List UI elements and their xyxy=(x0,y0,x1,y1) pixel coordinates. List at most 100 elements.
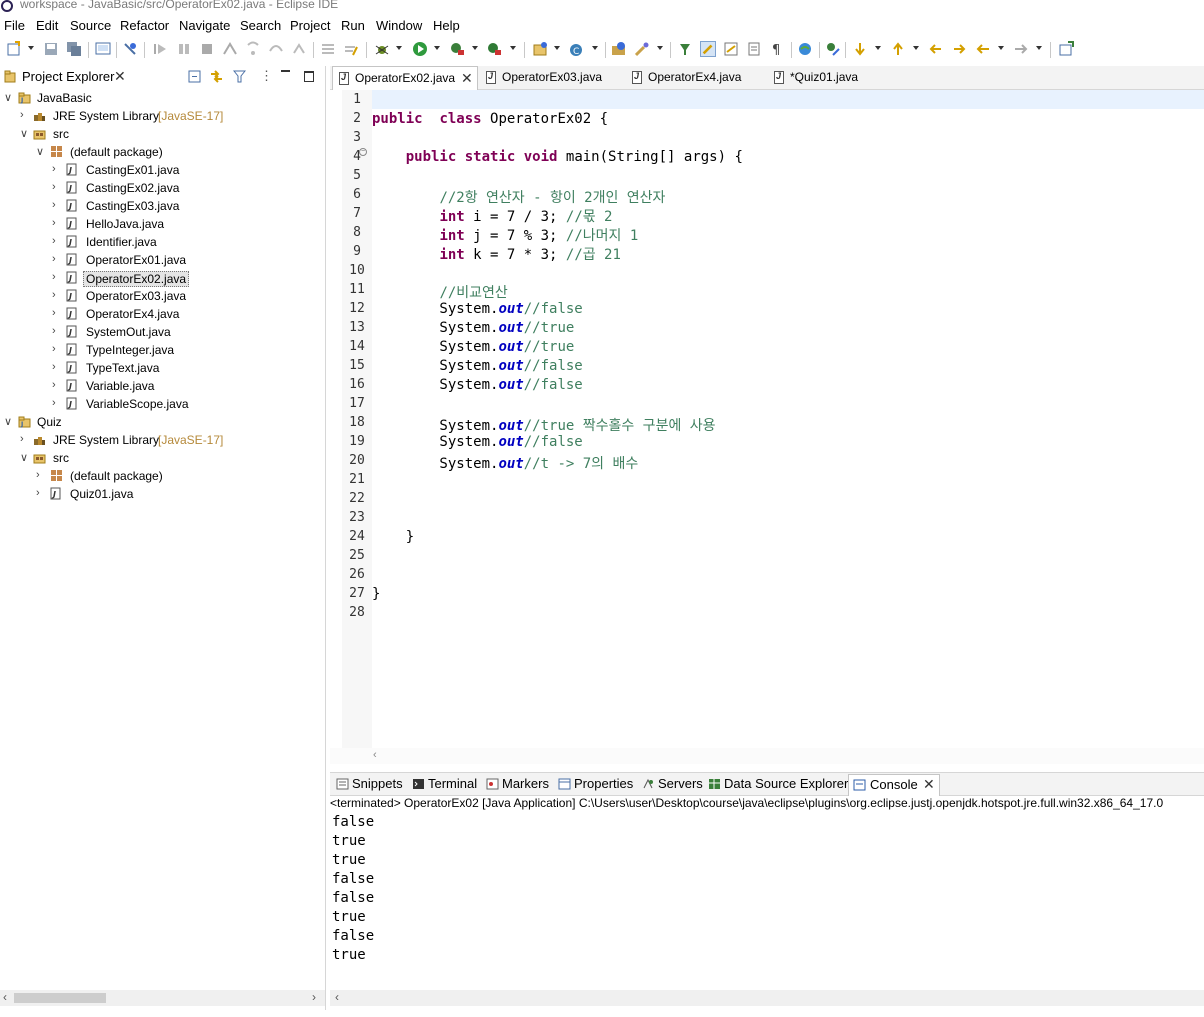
new-icon[interactable] xyxy=(6,41,22,57)
new-java-project-icon[interactable] xyxy=(532,41,548,57)
chevron-right-icon[interactable]: › xyxy=(52,199,56,211)
tab-terminal[interactable]: Terminal xyxy=(412,776,478,794)
step-return-icon[interactable] xyxy=(291,41,307,57)
chevron-right-icon[interactable]: › xyxy=(36,487,40,499)
back-dropdown-icon[interactable] xyxy=(998,46,1004,50)
back-icon[interactable] xyxy=(975,41,991,57)
chevron-right-icon[interactable]: › xyxy=(52,253,56,265)
external-tools-icon[interactable] xyxy=(487,41,503,57)
chevron-right-icon[interactable]: › xyxy=(52,217,56,229)
close-icon[interactable]: ✕ xyxy=(461,70,473,87)
menu-search[interactable]: Search xyxy=(240,18,281,33)
debug-icon[interactable] xyxy=(374,41,390,57)
next-annotation-dropdown-icon[interactable] xyxy=(875,46,881,50)
scrollbar-thumb[interactable] xyxy=(14,993,106,1003)
new-class-dropdown-icon[interactable] xyxy=(592,46,598,50)
run-dropdown-icon[interactable] xyxy=(434,46,440,50)
scroll-left-icon[interactable]: ‹ xyxy=(3,990,7,1004)
word-wrap-icon[interactable] xyxy=(746,41,762,57)
tab-servers[interactable]: Servers xyxy=(642,776,706,794)
block-selection-icon[interactable] xyxy=(723,41,739,57)
chevron-down-icon[interactable]: ∨ xyxy=(4,91,12,104)
chevron-down-icon[interactable]: ∨ xyxy=(36,145,44,158)
coverage-icon[interactable] xyxy=(450,41,466,57)
list-icon[interactable] xyxy=(320,41,336,57)
open-type-icon[interactable] xyxy=(611,41,627,57)
chevron-right-icon[interactable]: › xyxy=(52,343,56,355)
tab-markers[interactable]: Markers xyxy=(486,776,552,794)
code-editor[interactable]: 1 2 3 4 5 6 7 8 9 10 11 12 13 14 15 16 17 18 19 20 21 22 23 24 2… xyxy=(330,90,1204,748)
chevron-down-icon[interactable]: ∨ xyxy=(20,451,28,464)
menu-project[interactable]: Project xyxy=(290,18,330,33)
chevron-right-icon[interactable]: › xyxy=(52,289,56,301)
tab-quiz01[interactable]: *Quiz01.java xyxy=(768,66,898,89)
tab-snippets[interactable]: Snippets xyxy=(336,776,406,794)
search-icon[interactable] xyxy=(634,41,650,57)
link-with-editor-icon[interactable] xyxy=(209,69,224,84)
menu-window[interactable]: Window xyxy=(376,18,422,33)
web-browser-icon[interactable] xyxy=(797,41,813,57)
scroll-right-icon[interactable]: › xyxy=(312,990,316,1004)
chevron-right-icon[interactable]: › xyxy=(52,235,56,247)
mark-occurrences-icon[interactable] xyxy=(700,41,716,57)
terminal-icon[interactable] xyxy=(95,41,111,57)
tab-operatorex4[interactable]: OperatorEx4.java xyxy=(626,66,766,89)
open-perspective-icon[interactable] xyxy=(1058,41,1074,57)
collapse-all-icon[interactable] xyxy=(188,70,201,83)
coverage-dropdown-icon[interactable] xyxy=(472,46,478,50)
chevron-right-icon[interactable]: › xyxy=(52,271,56,283)
tab-properties[interactable]: Properties xyxy=(558,776,638,794)
filter-icon[interactable] xyxy=(233,70,246,83)
run-icon[interactable] xyxy=(412,41,428,57)
forward-icon[interactable] xyxy=(1013,41,1029,57)
save-all-icon[interactable] xyxy=(66,41,82,57)
menu-navigate[interactable]: Navigate xyxy=(179,18,230,33)
save-icon[interactable] xyxy=(43,41,59,57)
maximize-icon[interactable] xyxy=(304,71,314,82)
resume-icon[interactable] xyxy=(152,41,168,57)
chevron-right-icon[interactable]: › xyxy=(20,109,24,121)
forward-dropdown-icon[interactable] xyxy=(1036,46,1042,50)
menu-edit[interactable]: Edit xyxy=(36,18,58,33)
close-icon[interactable]: ✕ xyxy=(114,68,126,85)
toggle-breadcrumb-icon[interactable] xyxy=(677,41,693,57)
scroll-left-icon[interactable]: ‹ xyxy=(373,749,377,761)
chevron-right-icon[interactable]: › xyxy=(20,433,24,445)
chevron-right-icon[interactable]: › xyxy=(52,163,56,175)
view-menu-icon[interactable]: ⋮ xyxy=(260,68,273,84)
new-dropdown-icon[interactable] xyxy=(28,46,34,50)
close-icon[interactable]: ✕ xyxy=(923,776,935,793)
minimize-icon[interactable] xyxy=(281,70,290,72)
step-over-icon[interactable] xyxy=(268,41,284,57)
previous-annotation-dropdown-icon[interactable] xyxy=(913,46,919,50)
new-java-project-dropdown-icon[interactable] xyxy=(554,46,560,50)
skip-breakpoints-icon[interactable] xyxy=(122,41,138,57)
step-into-icon[interactable] xyxy=(245,41,261,57)
terminate-icon[interactable] xyxy=(199,41,215,57)
editor-horizontal-scrollbar[interactable]: ‹ xyxy=(330,748,1204,764)
last-edit-location-icon[interactable] xyxy=(928,41,944,57)
scroll-left-icon[interactable]: ‹ xyxy=(335,990,339,1004)
tab-operatorex02[interactable]: OperatorEx02.java ✕ xyxy=(332,66,478,90)
tab-project-explorer[interactable]: Project Explorer ✕ xyxy=(0,66,130,89)
tab-console[interactable]: Console ✕ xyxy=(848,774,940,796)
tab-data-source-explorer[interactable]: Data Source Explorer xyxy=(708,776,848,794)
chevron-down-icon[interactable]: ∨ xyxy=(4,415,12,428)
menu-help[interactable]: Help xyxy=(433,18,460,33)
chevron-right-icon[interactable]: › xyxy=(52,181,56,193)
chevron-down-icon[interactable]: ∨ xyxy=(20,127,28,140)
suspend-icon[interactable] xyxy=(176,41,192,57)
menu-run[interactable]: Run xyxy=(341,18,365,33)
show-whitespace-icon[interactable]: ¶ xyxy=(769,41,785,57)
new-class-icon[interactable]: C xyxy=(569,41,585,57)
run-last-tool-icon[interactable] xyxy=(343,41,359,57)
console-horizontal-scrollbar[interactable]: ‹ xyxy=(330,990,1204,1006)
search-dropdown-icon[interactable] xyxy=(657,46,663,50)
previous-annotation-icon[interactable] xyxy=(890,41,906,57)
menu-source[interactable]: Source xyxy=(70,18,111,33)
debug-dropdown-icon[interactable] xyxy=(396,46,402,50)
next-annotation-icon[interactable] xyxy=(852,41,868,57)
forward-edit-icon[interactable] xyxy=(951,41,967,57)
menu-file[interactable]: File xyxy=(4,18,25,33)
fold-collapse-icon[interactable]: − xyxy=(359,148,367,156)
